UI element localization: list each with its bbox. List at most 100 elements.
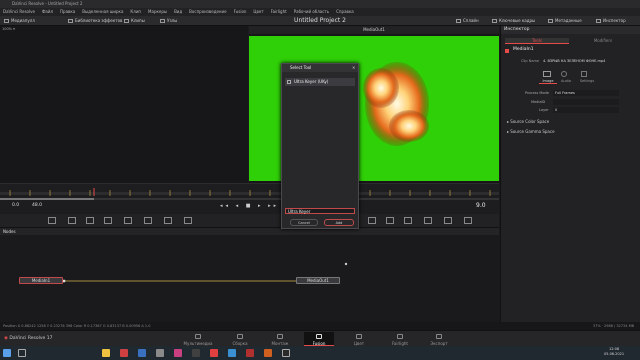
subtab-image[interactable]: Image <box>539 79 557 84</box>
app-icon[interactable] <box>138 349 146 357</box>
tool-icon[interactable] <box>86 217 94 224</box>
layer-select[interactable]: 0 <box>553 107 619 113</box>
tool-icon[interactable] <box>104 217 112 224</box>
search-icon[interactable] <box>18 349 26 357</box>
menu-item[interactable]: Fusion <box>234 8 247 16</box>
tool-icon[interactable] <box>144 217 152 224</box>
menu-item[interactable]: Маркеры <box>148 8 167 16</box>
start-icon[interactable] <box>3 349 11 357</box>
tool-item-label: Ultra Keyer (UKy) <box>294 79 329 84</box>
tab-tools[interactable]: Tools <box>505 38 569 44</box>
media-id-field[interactable] <box>553 99 619 105</box>
effects-library-button[interactable]: Библиотека эффектов <box>68 16 122 26</box>
keyframes-label: Ключевые кадры <box>499 18 536 23</box>
time-ruler[interactable] <box>0 183 499 198</box>
spline-button[interactable]: Сплайн <box>456 16 479 26</box>
app-icon[interactable] <box>228 349 236 357</box>
page-fusion[interactable]: Fusion <box>304 332 334 346</box>
tool-icon[interactable] <box>386 217 394 224</box>
inspector-button[interactable]: Инспектор <box>596 16 626 26</box>
time-in[interactable]: 0.0 <box>12 203 19 208</box>
page-edit[interactable]: Монтаж <box>265 332 295 346</box>
tab-modifiers[interactable]: Modifiers <box>571 38 635 44</box>
app-icon[interactable] <box>120 349 128 357</box>
tool-icon[interactable] <box>124 217 132 224</box>
time-mid[interactable]: 48.0 <box>32 203 42 208</box>
metadata-label: Метаданные <box>555 18 582 23</box>
menu-item[interactable]: Рабочий область <box>294 8 329 16</box>
tool-icon[interactable] <box>48 217 56 224</box>
menu-item[interactable]: Fairlight <box>271 8 287 16</box>
app-icon[interactable] <box>264 349 272 357</box>
cancel-button[interactable]: Cancel <box>290 219 318 226</box>
section-source-color-space[interactable]: ▸ Source Color Space <box>507 119 549 124</box>
inspector-header: Инспектор <box>501 26 640 34</box>
page-fairlight[interactable]: Fairlight <box>385 332 415 346</box>
section1-label: Source Color Space <box>510 119 550 124</box>
window-title: DaVinci Resolve - Untitled Project 2 <box>12 1 83 6</box>
inspector-icon <box>596 19 601 23</box>
clips-button[interactable]: Клипы <box>124 16 145 26</box>
menu-item[interactable]: Правка <box>60 8 75 16</box>
tool-icon[interactable] <box>184 217 192 224</box>
node-mediain[interactable]: MediaIn1 <box>19 277 63 284</box>
app-icon[interactable] <box>210 349 218 357</box>
media-pool-button[interactable]: Медиапулл <box>4 16 35 26</box>
process-mode-select[interactable]: Full Frames <box>553 90 619 96</box>
tool-icon[interactable] <box>464 217 472 224</box>
node-color-icon <box>505 49 509 53</box>
node-mediaout[interactable]: MediaOut1 <box>296 277 340 284</box>
add-button[interactable]: Add <box>324 219 354 226</box>
menu-item[interactable]: Вид <box>174 8 182 16</box>
app-icon[interactable] <box>156 349 164 357</box>
keyframes-button[interactable]: Ключевые кадры <box>492 16 535 26</box>
page-cut[interactable]: Сборка <box>225 332 255 346</box>
zoom-dropdown[interactable]: 100% ▾ <box>2 27 15 31</box>
inspector-node-name: MediaIn1 <box>513 47 534 52</box>
page-deliver[interactable]: Экспорт <box>424 332 454 346</box>
tool-icon[interactable] <box>164 217 172 224</box>
playback-progress <box>0 198 94 200</box>
tool-icon[interactable] <box>444 217 452 224</box>
explorer-icon[interactable] <box>102 349 110 357</box>
page-color[interactable]: Цвет <box>344 332 374 346</box>
subtab-settings[interactable]: Settings <box>577 79 597 83</box>
tool-icon[interactable] <box>404 217 412 224</box>
menu-item[interactable]: Воспроизведение <box>189 8 226 16</box>
left-viewer[interactable]: 100% ▾ <box>0 26 248 183</box>
app-icon[interactable] <box>192 349 200 357</box>
tool-list-item[interactable]: Ultra Keyer (UKy) <box>285 78 355 86</box>
node-connection <box>62 262 348 283</box>
status-memory: 37% · 2986 / 32734 MB <box>592 324 634 328</box>
process-mode-label: Process Mode <box>525 91 549 95</box>
menu-item[interactable]: Справка <box>336 8 354 16</box>
menu-item[interactable]: DaVinci Resolve <box>3 8 35 16</box>
fusion-page-icon <box>316 334 322 339</box>
menu-item[interactable]: Цвет <box>253 8 263 16</box>
app-icon[interactable] <box>246 349 254 357</box>
resolve-taskbar-icon[interactable] <box>282 349 290 357</box>
time-out[interactable]: 9.0 <box>476 202 486 209</box>
app-icon[interactable] <box>174 349 182 357</box>
menu-item[interactable]: Клип <box>130 8 141 16</box>
media-page-icon <box>195 334 201 339</box>
inspector-panel: Инспектор Tools Modifiers MediaIn1 Clip … <box>500 26 640 332</box>
section-source-gamma-space[interactable]: ▸ Source Gamma Space <box>507 129 555 134</box>
nodes-panel[interactable]: Nodes MediaIn1 MediaOut1 <box>0 228 499 322</box>
subtab-audio[interactable]: Audio <box>557 79 575 83</box>
app-name-label: DaVinci Resolve 17 <box>9 336 53 341</box>
edit-page-icon <box>277 334 283 339</box>
spline-label: Сплайн <box>463 18 479 23</box>
close-icon[interactable]: ✕ <box>352 65 355 70</box>
playback-controls[interactable]: ◂◂ ◂ ■ ▸ ▸▸ <box>220 203 280 209</box>
tool-icon[interactable] <box>424 217 432 224</box>
tool-search-input[interactable]: Ultra Keyer <box>285 208 355 214</box>
top-toolbar: Untitled Project 2 Медиапулл Библиотека … <box>0 16 640 26</box>
tool-icon[interactable] <box>68 217 76 224</box>
page-media[interactable]: Мультимедиа <box>183 332 213 346</box>
menu-item[interactable]: Выделенная ширка <box>82 8 123 16</box>
tool-icon[interactable] <box>368 217 376 224</box>
metadata-button[interactable]: Метаданные <box>548 16 582 26</box>
menu-item[interactable]: Файл <box>42 8 53 16</box>
nodes-button[interactable]: Узлы <box>160 16 177 26</box>
